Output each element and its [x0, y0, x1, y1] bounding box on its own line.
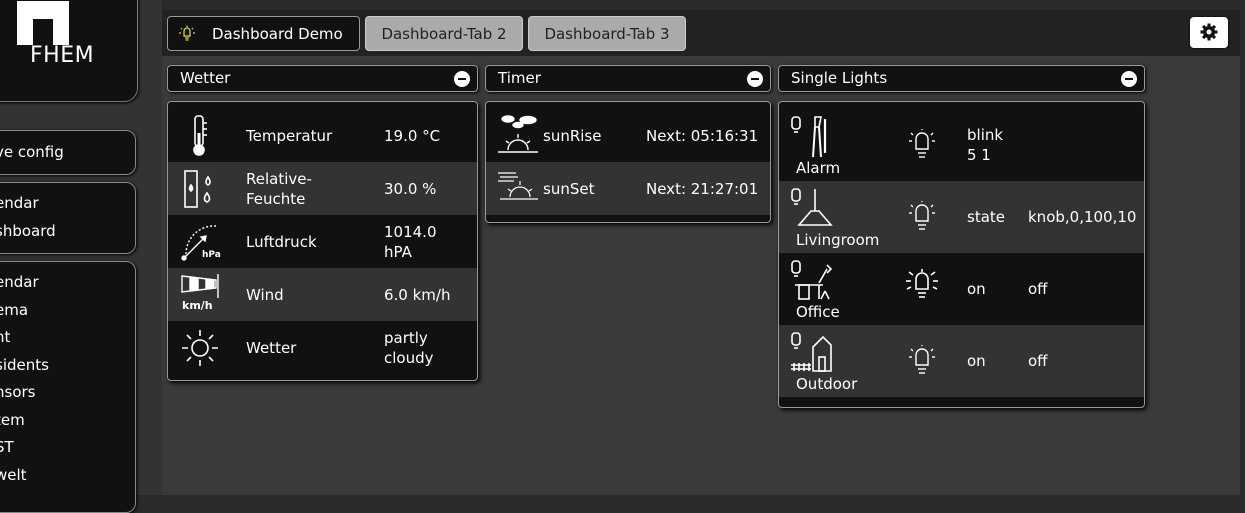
tab-dashboard-3[interactable]: Dashboard-Tab 3 — [528, 16, 686, 51]
light-row-outdoor: Outdoor on off — [779, 325, 1144, 397]
menu-item-save-config[interactable]: ve config — [0, 131, 135, 167]
menu-item-room[interactable]: nsors — [0, 379, 135, 407]
state-value: on — [967, 280, 986, 298]
bulb-icon[interactable] — [905, 345, 939, 379]
lamp-alarm-icon — [791, 116, 827, 157]
menu-item-room[interactable]: welt — [0, 462, 135, 490]
logo-text: FHEM — [30, 43, 95, 68]
group-single-lights: Alarm blink 5 1 Livingroom state knob,0,… — [778, 101, 1145, 408]
fhem-sidebar: FHEM ve config endar shboard endar ema n… — [0, 0, 162, 513]
tab-label: Dashboard Demo — [212, 25, 343, 43]
command-value[interactable]: knob,0,100,10 — [1028, 207, 1136, 227]
row-value: 6.0 km/h — [384, 286, 451, 304]
gear-icon — [1200, 23, 1218, 41]
state-value-line2: 5 1 — [967, 146, 991, 164]
menu-item-room[interactable]: endar — [0, 269, 135, 297]
light-row-livingroom: Livingroom state knob,0,100,10 — [779, 181, 1144, 253]
tab-dashboard-2[interactable]: Dashboard-Tab 2 — [365, 16, 523, 51]
sun-icon — [182, 330, 218, 366]
fhem-logo[interactable]: FHEM — [0, 0, 138, 102]
row-value: partly — [384, 329, 428, 347]
collapse-icon[interactable] — [454, 71, 470, 87]
group-header-wetter: Wetter — [167, 65, 478, 92]
wetter-row-wind: km/h Wind 6.0 km/h — [168, 268, 477, 321]
wetter-row-temperatur: Temperatur 19.0 °C — [168, 109, 477, 162]
menu-item-room[interactable]: ema — [0, 297, 135, 325]
windsock-icon — [181, 274, 219, 298]
row-label: Wetter — [246, 339, 297, 357]
outdoor-lamp-icon — [791, 332, 832, 372]
menu-item-room[interactable]: sidents — [0, 352, 135, 380]
menu-item-room[interactable]: tem — [0, 407, 135, 435]
device-label: Office — [796, 303, 840, 321]
wetter-row-luftdruck: hPa Luftdruck 1014.0 hPA — [168, 215, 477, 268]
wetter-row-feuchte: Relative- Feuchte 30.0 % — [168, 162, 477, 215]
dashboard: Dashboard Demo Dashboard-Tab 2 Dashboard… — [162, 10, 1240, 495]
ceiling-lamp-icon — [791, 188, 833, 226]
sunset-icon — [498, 172, 538, 200]
house-logo-icon — [17, 1, 69, 45]
row-label: sunSet — [543, 180, 595, 198]
row-label-line2: Feuchte — [246, 190, 306, 208]
tab-label: Dashboard-Tab 2 — [381, 25, 507, 43]
icon-unit-label: km/h — [182, 299, 213, 312]
bulb-icon[interactable] — [905, 201, 939, 235]
thermometer-icon — [193, 115, 207, 156]
icon-unit-label: hPa — [202, 250, 221, 260]
row-label: Relative- — [246, 170, 312, 188]
command-value[interactable]: off — [1028, 351, 1048, 371]
state-value: on — [967, 352, 986, 370]
settings-button[interactable] — [1190, 17, 1228, 48]
bulb-icon — [179, 25, 195, 41]
timer-row-sunrise: sunRise Next: 05:16:31 — [486, 109, 770, 162]
row-label: Wind — [246, 286, 284, 304]
row-value: 30.0 % — [384, 180, 437, 198]
menu-group-rooms: endar ema nt sidents nsors tem ST welt — [0, 261, 136, 513]
menu-group-rooms-top: endar shboard — [0, 182, 136, 254]
device-label: Outdoor — [796, 375, 858, 393]
menu-item-room[interactable]: nt — [0, 324, 135, 352]
row-value: 1014.0 — [384, 223, 437, 241]
group-timer: sunRise Next: 05:16:31 sunSet Next: 21:2… — [485, 101, 771, 223]
timer-row-sunset: sunSet Next: 21:27:01 — [486, 162, 770, 215]
bulb-icon[interactable] — [905, 129, 939, 163]
row-value: Next: 21:27:01 — [646, 180, 759, 198]
tab-label: Dashboard-Tab 3 — [544, 25, 670, 43]
desk-lamp-icon — [791, 260, 833, 300]
menu-item-dashboard[interactable]: shboard — [0, 218, 135, 246]
device-label: Alarm — [796, 159, 841, 177]
light-row-alarm: Alarm blink 5 1 — [779, 109, 1017, 181]
collapse-icon[interactable] — [747, 71, 763, 87]
command-value[interactable]: off — [1028, 279, 1048, 299]
row-value-line2: cloudy — [384, 349, 434, 367]
group-title: Wetter — [180, 69, 231, 87]
row-value: Next: 05:16:31 — [646, 127, 759, 145]
sunrise-icon — [498, 115, 538, 153]
group-title: Timer — [498, 69, 541, 87]
state-value: state — [967, 208, 1005, 226]
group-header-timer: Timer — [485, 65, 771, 92]
state-value: blink — [967, 126, 1004, 144]
row-value-line2: hPA — [384, 243, 412, 261]
row-value: 19.0 °C — [384, 127, 441, 145]
row-label: Luftdruck — [246, 233, 317, 251]
group-title: Single Lights — [791, 69, 888, 87]
device-label: Livingroom — [796, 231, 880, 249]
menu-group-config: ve config — [0, 130, 136, 175]
group-wetter: Temperatur 19.0 °C Relative- Feuchte 30.… — [167, 101, 478, 381]
row-label: sunRise — [543, 127, 602, 145]
menu-item-room[interactable]: ST — [0, 434, 135, 462]
light-row-office: Office on off — [779, 253, 1144, 325]
collapse-icon[interactable] — [1121, 71, 1137, 87]
humidity-icon — [184, 170, 211, 208]
row-label: Temperatur — [246, 127, 333, 145]
tab-dashboard-demo[interactable]: Dashboard Demo — [167, 16, 360, 51]
menu-item-calendar[interactable]: endar — [0, 190, 135, 218]
tab-bar: Dashboard Demo Dashboard-Tab 2 Dashboard… — [162, 10, 1240, 56]
bulb-on-icon[interactable] — [905, 269, 939, 303]
wetter-row-wetter: Wetter partly cloudy — [168, 321, 477, 374]
group-header-single-lights: Single Lights — [778, 65, 1145, 92]
